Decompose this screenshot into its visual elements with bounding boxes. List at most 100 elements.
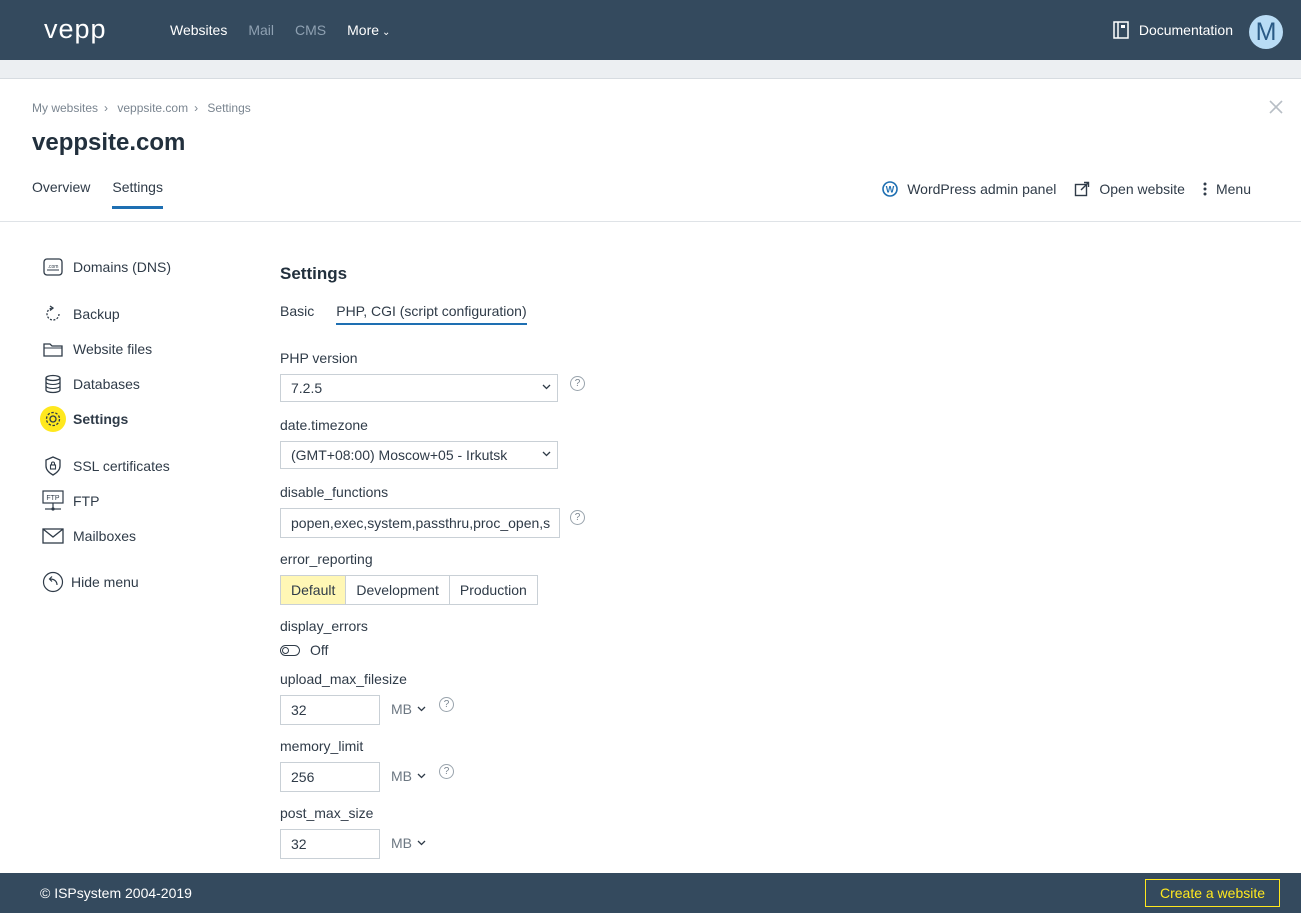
tab-overview[interactable]: Overview (32, 179, 90, 209)
upload-max-filesize-input[interactable]: 32 (280, 695, 380, 725)
sidebar-item-domains[interactable]: .com Domains (DNS) (40, 254, 171, 280)
chevron-down-icon (417, 840, 426, 846)
php-version-select[interactable]: 7.2.5 (280, 374, 558, 402)
documentation-label: Documentation (1138, 22, 1233, 38)
timezone-label: date.timezone (280, 417, 368, 433)
help-icon[interactable]: ? (439, 764, 454, 779)
envelope-icon (40, 523, 66, 549)
open-website-button[interactable]: Open website (1074, 181, 1185, 197)
sidebar-item-mailboxes[interactable]: Mailboxes (40, 523, 136, 549)
error-reporting-label: error_reporting (280, 551, 373, 567)
chevron-down-icon (417, 773, 426, 779)
sidebar-item-label: Settings (73, 411, 129, 427)
domains-icon: .com (40, 254, 66, 280)
sidebar-item-ssl[interactable]: SSL certificates (40, 453, 170, 479)
sidebar-item-website-files[interactable]: Website files (40, 336, 152, 362)
nav-cms[interactable]: CMS (295, 22, 326, 38)
sidebar-item-label: Domains (DNS) (73, 259, 172, 275)
nav-more[interactable]: More ⌄ (347, 22, 390, 38)
hide-menu-label: Hide menu (71, 574, 139, 590)
post-max-size-input[interactable]: 32 (280, 829, 380, 859)
user-avatar[interactable]: M (1249, 15, 1283, 49)
external-link-icon (1075, 181, 1090, 197)
disable-functions-input[interactable]: popen,exec,system,passthru,proc_open,s (280, 508, 560, 538)
error-reporting-segmented: Default Development Production (280, 575, 538, 605)
shield-lock-icon (40, 453, 66, 479)
error-reporting-production[interactable]: Production (450, 576, 537, 604)
unit-label: MB (391, 701, 412, 717)
settings-heading: Settings (280, 264, 348, 283)
wordpress-admin-button[interactable]: W WordPress admin panel (882, 181, 1056, 197)
breadcrumb-site[interactable]: veppsite.com (117, 101, 188, 115)
svg-text:W: W (886, 185, 895, 195)
sidebar-item-label: Website files (73, 341, 153, 357)
help-icon[interactable]: ? (439, 697, 454, 712)
top-strip (0, 60, 1301, 79)
subtab-php-cgi[interactable]: PHP, CGI (script configuration) (336, 303, 527, 325)
unit-label: MB (391, 768, 412, 784)
memory-limit-label: memory_limit (280, 738, 364, 754)
error-reporting-development[interactable]: Development (346, 576, 450, 604)
sidebar-item-backup[interactable]: Backup (40, 301, 120, 327)
footer: © ISPsystem 2004-2019 Create a website (0, 873, 1301, 913)
post-max-size-unit[interactable]: MB (391, 835, 426, 851)
sidebar-item-label: FTP (73, 493, 100, 509)
hide-menu-button[interactable]: Hide menu (40, 569, 139, 595)
nav-websites[interactable]: Websites (170, 22, 227, 38)
help-icon[interactable]: ? (570, 376, 585, 391)
timezone-select[interactable]: (GMT+08:00) Moscow+05 - Irkutsk (280, 441, 558, 469)
sidebar-item-settings[interactable]: Settings (40, 406, 128, 432)
open-website-label: Open website (1099, 181, 1185, 197)
sidebar-item-label: Backup (73, 306, 120, 322)
copyright-text: © ISPsystem 2004-2019 (40, 885, 192, 901)
memory-limit-input[interactable]: 256 (280, 762, 380, 792)
sidebar-item-label: SSL certificates (73, 458, 170, 474)
php-version-value: 7.2.5 (291, 380, 323, 396)
wordpress-admin-label: WordPress admin panel (907, 181, 1057, 197)
close-icon[interactable] (1268, 99, 1284, 115)
php-version-label: PHP version (280, 350, 358, 366)
memory-limit-unit[interactable]: MB (391, 768, 426, 784)
ftp-icon: FTP (40, 488, 66, 514)
header-divider (0, 221, 1301, 222)
gear-icon (40, 406, 66, 432)
tab-settings[interactable]: Settings (112, 179, 163, 209)
timezone-value: (GMT+08:00) Moscow+05 - Irkutsk (291, 447, 508, 463)
chevron-down-icon (542, 451, 551, 457)
unit-label: MB (391, 835, 412, 851)
create-website-button[interactable]: Create a website (1145, 879, 1280, 907)
toggle-switch-icon (280, 644, 300, 656)
display-errors-label: display_errors (280, 618, 368, 634)
vepp-logo[interactable]: vepp (44, 14, 107, 45)
svg-text:FTP: FTP (46, 495, 60, 502)
top-navigation-bar: vepp Websites Mail CMS More ⌄ Documentati… (0, 0, 1301, 60)
documentation-link[interactable]: Documentation (1113, 0, 1233, 60)
folder-icon (40, 336, 66, 362)
subtab-basic[interactable]: Basic (280, 303, 314, 325)
wordpress-icon: W (882, 181, 899, 197)
chevron-down-icon: ⌄ (382, 27, 391, 38)
menu-button[interactable]: Menu (1203, 181, 1251, 197)
backup-icon (40, 301, 66, 327)
website-card: My websites › veppsite.com › Settings vepp… (0, 79, 1301, 873)
breadcrumb: My websites › veppsite.com › Settings (32, 101, 251, 115)
settings-subtabs: Basic PHP, CGI (script configuration) (280, 303, 549, 325)
upload-max-filesize-label: upload_max_filesize (280, 671, 407, 687)
breadcrumb-my-websites[interactable]: My websites (32, 101, 98, 115)
nav-mail[interactable]: Mail (248, 22, 274, 38)
svg-text:.com: .com (48, 264, 59, 270)
breadcrumb-separator: › (104, 101, 109, 115)
upload-max-filesize-unit[interactable]: MB (391, 701, 426, 717)
menu-label: Menu (1215, 181, 1251, 197)
hide-menu-icon (40, 569, 66, 595)
sidebar-item-ftp[interactable]: FTP FTP (40, 488, 99, 514)
help-icon[interactable]: ? (570, 510, 585, 525)
breadcrumb-current: Settings (207, 101, 251, 115)
sidebar-item-databases[interactable]: Databases (40, 371, 140, 397)
error-reporting-default[interactable]: Default (281, 576, 347, 604)
sidebar-item-label: Databases (73, 376, 140, 392)
display-errors-toggle[interactable]: Off (280, 642, 328, 658)
main-nav: Websites Mail CMS More ⌄ (170, 0, 411, 60)
page-actions: W WordPress admin panel Open website Men… (864, 181, 1251, 197)
chevron-down-icon (417, 706, 426, 712)
